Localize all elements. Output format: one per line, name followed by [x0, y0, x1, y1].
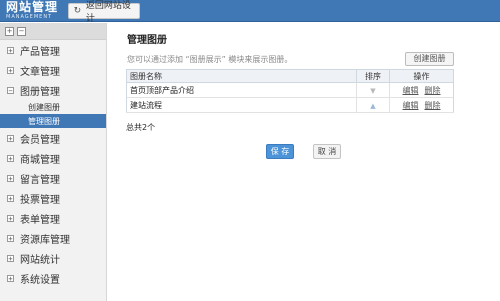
- sidebar-item-label: 资源库管理: [20, 234, 70, 246]
- column-header-sort: 排序: [356, 69, 390, 83]
- create-album-button[interactable]: 创建图册: [405, 52, 454, 66]
- album-name: 首页顶部产品介绍: [126, 82, 357, 98]
- album-name: 建站流程: [126, 97, 357, 113]
- actions-cell: 编辑 删除: [389, 82, 454, 98]
- edit-link[interactable]: 编辑: [403, 101, 419, 110]
- move-up-icon[interactable]: ▲: [370, 102, 377, 110]
- expand-icon[interactable]: +: [7, 154, 14, 162]
- expand-icon[interactable]: +: [7, 174, 14, 182]
- sidebar: + − + 产品管理 + 文章管理 − 图册管理 创建图册 管理图册 + 会员管…: [0, 23, 107, 301]
- sidebar-item-label: 留言管理: [20, 174, 60, 186]
- back-to-design-label: 返回网站设计: [85, 1, 131, 24]
- table-row: 建站流程 ▲ 编辑 删除: [126, 97, 454, 113]
- sidebar-item-articles[interactable]: + 文章管理: [0, 60, 106, 80]
- edit-link[interactable]: 编辑: [403, 86, 419, 95]
- sidebar-item-label: 投票管理: [20, 194, 60, 206]
- sidebar-item-products[interactable]: + 产品管理: [0, 40, 106, 60]
- sidebar-item-label: 网站统计: [20, 254, 60, 266]
- sidebar-subitem-manage-albums[interactable]: 管理图册: [0, 114, 106, 128]
- albums-table: 图册名称 排序 操作 首页顶部产品介绍 ▼ 编辑 删除 建站流程 ▲ 编辑 删除: [126, 69, 454, 113]
- collapse-all-icon[interactable]: −: [17, 26, 26, 36]
- sidebar-item-shop[interactable]: + 商城管理: [0, 148, 106, 168]
- expand-icon[interactable]: +: [7, 46, 14, 54]
- expand-icon[interactable]: +: [7, 214, 14, 222]
- sidebar-item-label: 产品管理: [20, 46, 60, 58]
- expand-icon[interactable]: +: [7, 274, 14, 282]
- page-title: 管理图册: [127, 35, 167, 46]
- save-button[interactable]: 保 存: [266, 144, 294, 159]
- sort-cell: ▲: [356, 97, 390, 113]
- sidebar-item-votes[interactable]: + 投票管理: [0, 188, 106, 208]
- sidebar-item-label: 文章管理: [20, 66, 60, 78]
- expand-icon[interactable]: +: [7, 254, 14, 262]
- expand-icon[interactable]: +: [7, 66, 14, 74]
- expand-all-icon[interactable]: +: [5, 26, 14, 36]
- sidebar-item-settings[interactable]: + 系统设置: [0, 268, 106, 288]
- sidebar-item-label: 商城管理: [20, 154, 60, 166]
- sidebar-item-label: 系统设置: [20, 274, 60, 286]
- expand-icon[interactable]: +: [7, 234, 14, 242]
- total-count: 总共2个: [126, 123, 156, 132]
- delete-link[interactable]: 删除: [425, 86, 441, 95]
- sidebar-item-label: 图册管理: [20, 86, 60, 98]
- brand-subtitle: MANAGEMENT: [6, 14, 53, 20]
- expand-icon[interactable]: +: [7, 134, 14, 142]
- table-header-row: 图册名称 排序 操作: [126, 69, 454, 83]
- sidebar-item-albums[interactable]: − 图册管理: [0, 80, 106, 100]
- sidebar-subitem-create-album[interactable]: 创建图册: [0, 100, 106, 114]
- sidebar-toolbar: + −: [0, 23, 106, 40]
- table-row: 首页顶部产品介绍 ▼ 编辑 删除: [126, 82, 454, 98]
- column-header-actions: 操作: [389, 69, 454, 83]
- sidebar-item-label: 表单管理: [20, 214, 60, 226]
- sidebar-item-resources[interactable]: + 资源库管理: [0, 228, 106, 248]
- brand-title: 网站管理: [6, 0, 59, 14]
- sort-cell: ▼: [356, 82, 390, 98]
- brand-logo: 网站管理 MANAGEMENT: [6, 0, 59, 21]
- actions-cell: 编辑 删除: [389, 97, 454, 113]
- cancel-button[interactable]: 取 消: [313, 144, 341, 159]
- back-to-design-button[interactable]: ↻ 返回网站设计: [68, 1, 140, 24]
- refresh-icon: ↻: [73, 5, 82, 16]
- move-down-icon[interactable]: ▼: [370, 87, 377, 95]
- column-header-name: 图册名称: [126, 69, 357, 83]
- sidebar-item-statistics[interactable]: + 网站统计: [0, 248, 106, 268]
- top-bar: 网站管理 MANAGEMENT ↻ 返回网站设计: [0, 0, 500, 24]
- sidebar-item-forms[interactable]: + 表单管理: [0, 208, 106, 228]
- hint-text: 您可以通过添加 “图册展示” 模块来展示图册。: [127, 55, 293, 64]
- expand-icon[interactable]: +: [7, 194, 14, 202]
- sidebar-item-messages[interactable]: + 留言管理: [0, 168, 106, 188]
- delete-link[interactable]: 删除: [425, 101, 441, 110]
- collapse-icon[interactable]: −: [7, 86, 14, 94]
- sidebar-item-members[interactable]: + 会员管理: [0, 128, 106, 148]
- sidebar-item-label: 会员管理: [20, 134, 60, 146]
